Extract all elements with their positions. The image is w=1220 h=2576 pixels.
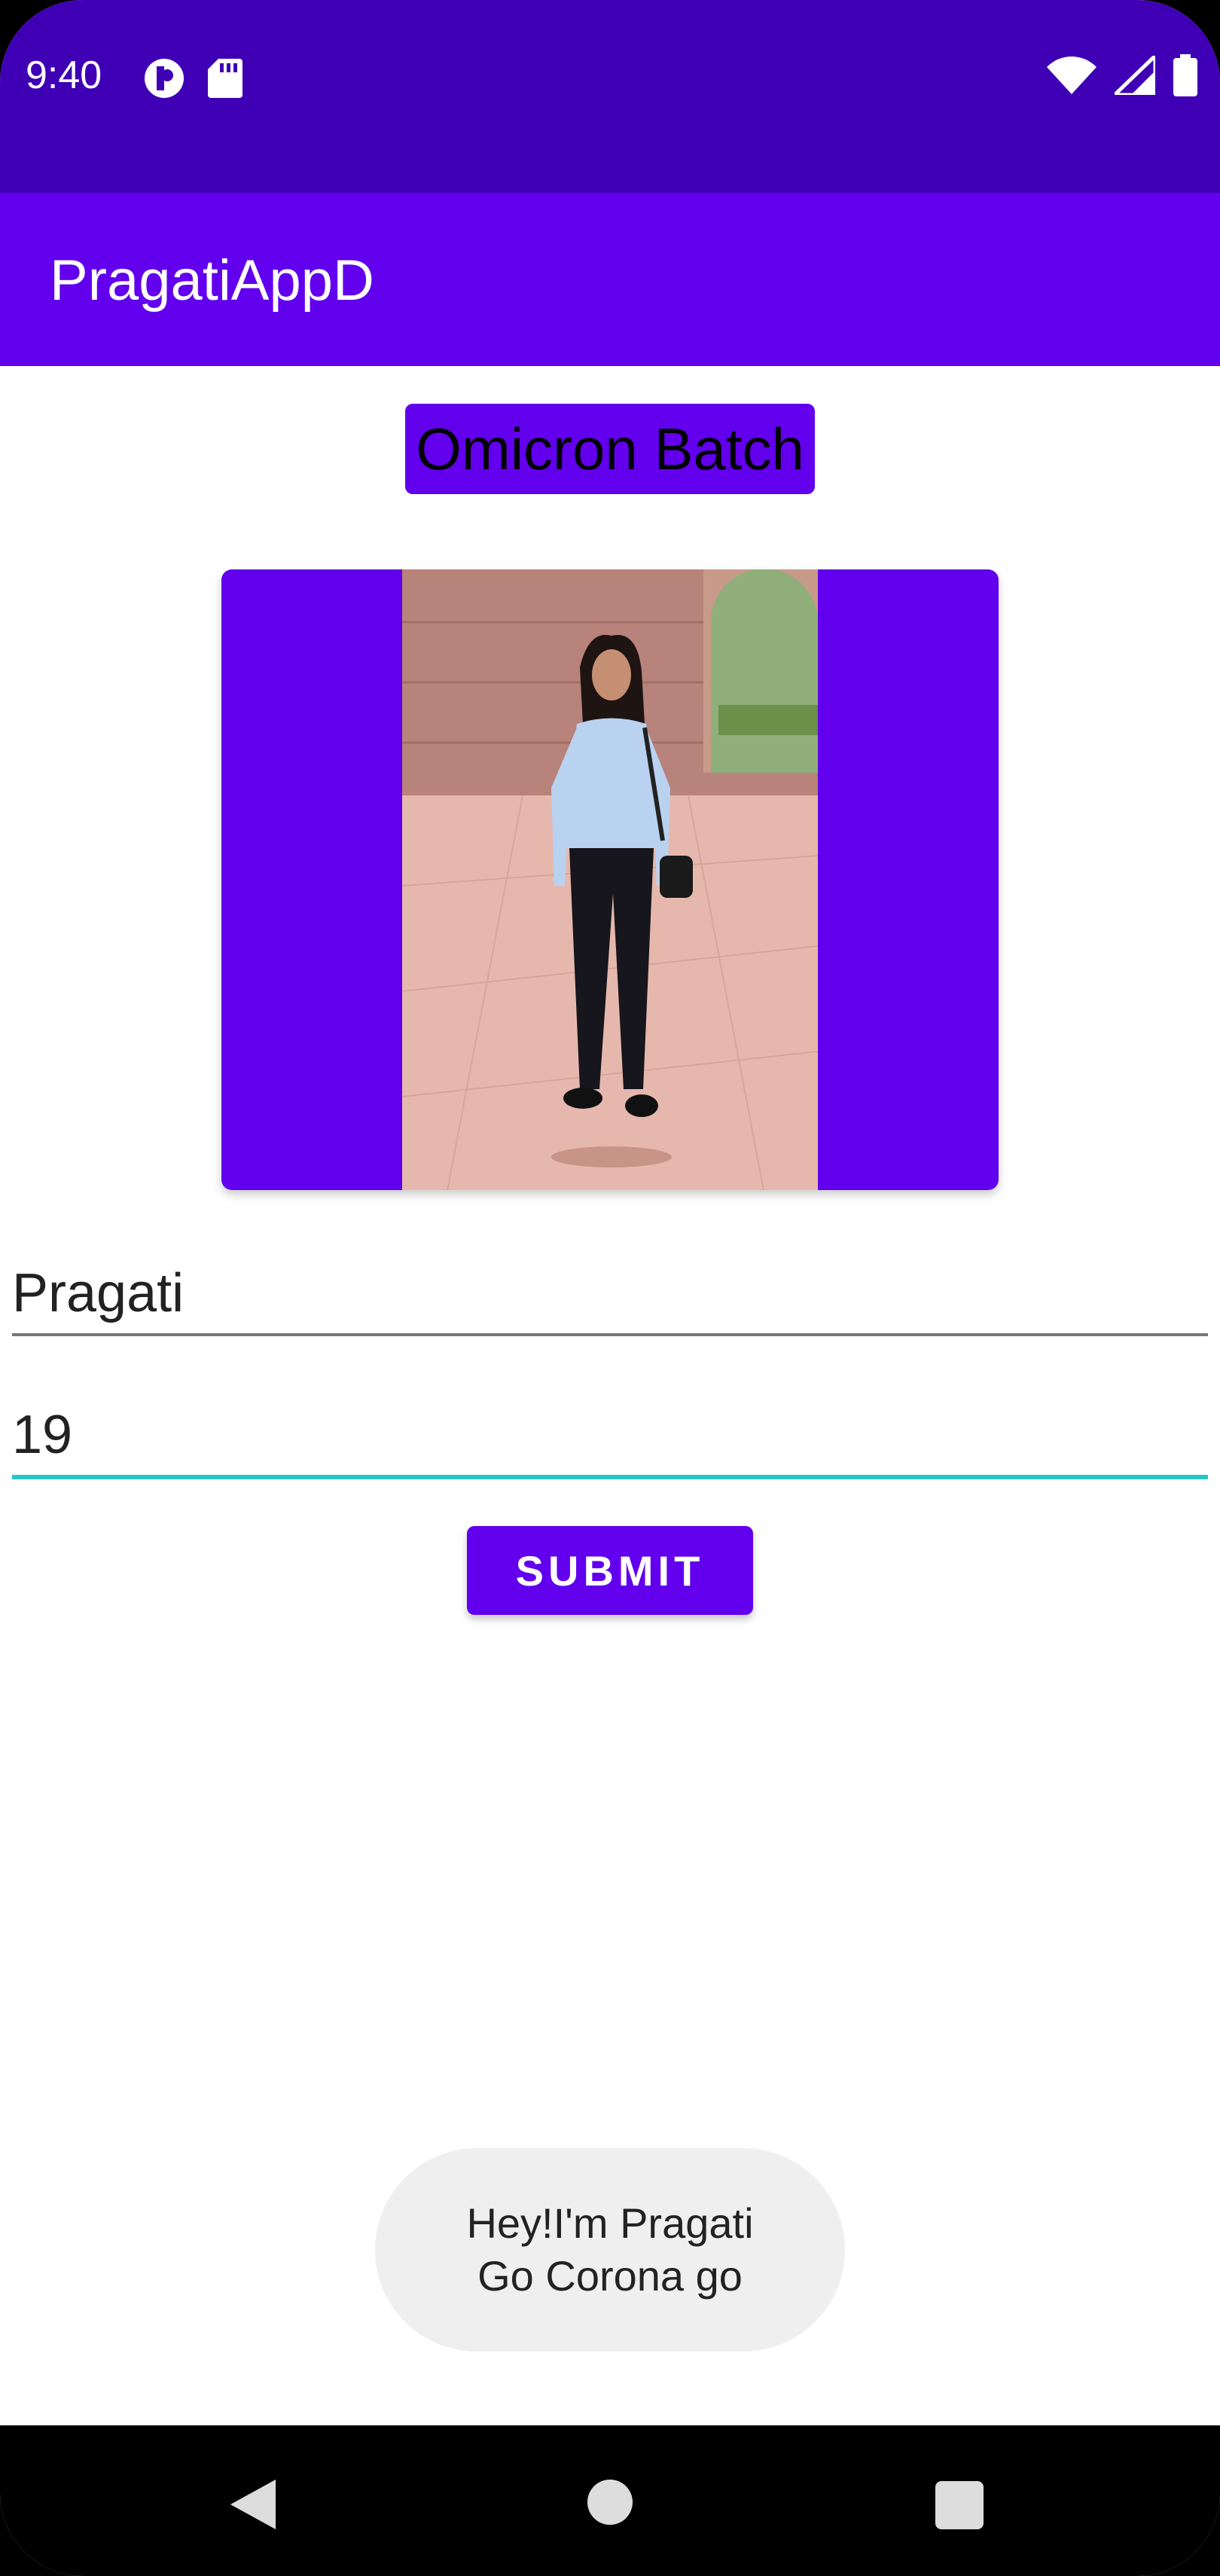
signal-icon — [1109, 51, 1157, 99]
battery-icon — [1173, 54, 1197, 100]
name-input[interactable] — [12, 1262, 1208, 1333]
batch-label: Omicron Batch — [405, 404, 815, 494]
home-icon[interactable] — [587, 2480, 633, 2525]
back-icon[interactable] — [230, 2480, 276, 2533]
main-content: Omicron Batch Pragati 19 SUBMIT — [0, 366, 1220, 2425]
status-bar: 9:40 — [0, 0, 1220, 193]
profile-photo — [402, 569, 818, 1190]
app-bar: PragatiAppD — [0, 193, 1220, 366]
toast-line-1: Hey!I'm Pragati — [466, 2199, 754, 2247]
name-field — [12, 1262, 1208, 1336]
phone-screen: 9:40 PragatiAppD Omicron Batch Pragati 1… — [0, 0, 1220, 2576]
wifi-icon — [1047, 56, 1096, 98]
sd-card-icon — [208, 57, 242, 103]
recents-icon[interactable] — [935, 2481, 984, 2529]
navigation-bar — [0, 2425, 1220, 2576]
profile-image-card[interactable] — [221, 569, 999, 1190]
app-title: PragatiAppD — [50, 249, 374, 313]
toast-message: Hey!I'm Pragati Go Corona go — [375, 2148, 845, 2352]
age-input[interactable] — [12, 1404, 1208, 1475]
submit-button[interactable]: SUBMIT — [467, 1526, 753, 1615]
age-field — [12, 1404, 1208, 1479]
status-time: 9:40 — [26, 53, 102, 97]
data-saver-icon — [143, 57, 185, 103]
toast-line-2: Go Corona go — [477, 2252, 743, 2300]
